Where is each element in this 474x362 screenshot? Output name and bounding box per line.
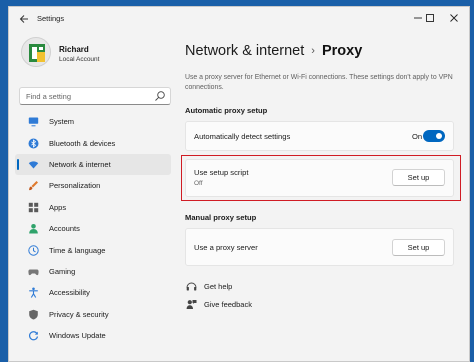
sidebar-nav: System Bluetooth & devices Network & int… (15, 111, 171, 346)
maximize-icon (426, 14, 434, 22)
title-bar: Settings (9, 7, 469, 31)
proxy-server-card: Use a proxy server Set up (185, 228, 454, 266)
settings-window: Settings Richard Local Account Find a se… (8, 6, 470, 362)
user-profile[interactable]: Richard Local Account (21, 37, 171, 81)
account-type: Local Account (59, 56, 100, 63)
search-icon (155, 91, 165, 101)
sidebar-item-label: Network & internet (49, 159, 111, 169)
close-icon (450, 14, 458, 22)
back-button[interactable] (15, 11, 33, 27)
highlight-box (181, 155, 461, 201)
accessibility-icon (27, 287, 39, 299)
page-title: Proxy (321, 43, 363, 59)
section-heading-manual: Manual proxy setup (185, 213, 257, 222)
close-button[interactable] (445, 10, 463, 26)
proxy-server-label: Use a proxy server (194, 243, 258, 252)
sidebar-item-windows-update[interactable]: Windows Update (15, 325, 171, 346)
detect-settings-label: Automatically detect settings (194, 132, 291, 141)
app-title: Settings (37, 14, 65, 23)
give-feedback-link[interactable]: Give feedback (185, 298, 252, 310)
get-help-link[interactable]: Get help (185, 280, 232, 292)
sidebar-item-gaming[interactable]: Gaming (15, 261, 171, 282)
bluetooth-icon (27, 137, 39, 149)
apps-icon (27, 201, 39, 213)
feedback-icon (185, 298, 197, 310)
wifi-icon (27, 158, 39, 170)
sidebar-item-label: Apps (49, 202, 67, 212)
sidebar-item-network[interactable]: Network & internet (15, 153, 171, 176)
gamepad-icon (27, 265, 39, 277)
get-help-label: Get help (204, 281, 233, 291)
sidebar-item-time-language[interactable]: Time & language (15, 239, 171, 260)
section-heading-automatic: Automatic proxy setup (185, 106, 268, 115)
sidebar-item-label: Bluetooth & devices (49, 138, 116, 148)
sidebar-item-accessibility[interactable]: Accessibility (15, 282, 171, 303)
back-arrow-icon (19, 15, 28, 23)
proxy-server-setup-button[interactable]: Set up (392, 239, 445, 256)
search-box[interactable]: Find a setting (19, 87, 171, 105)
sidebar-item-label: Accounts (49, 224, 80, 234)
person-icon (27, 223, 39, 235)
sidebar-item-label: Privacy & security (49, 309, 109, 319)
globe-clock-icon (27, 244, 39, 256)
detect-settings-toggle[interactable] (423, 130, 445, 142)
breadcrumb: Network & internet › Proxy (185, 43, 362, 59)
sidebar-item-accounts[interactable]: Accounts (15, 218, 171, 239)
sidebar-item-personalization[interactable]: Personalization (15, 175, 171, 196)
sidebar-item-label: System (49, 117, 75, 127)
breadcrumb-parent[interactable]: Network & internet (185, 43, 304, 59)
sidebar-item-label: Gaming (49, 266, 76, 276)
sidebar-item-privacy-security[interactable]: Privacy & security (15, 304, 171, 325)
sidebar-item-label: Personalization (49, 181, 101, 191)
sidebar-item-system[interactable]: System (15, 111, 171, 132)
breadcrumb-separator: › (311, 45, 315, 57)
maximize-button[interactable] (421, 10, 439, 26)
monitor-icon (27, 116, 39, 128)
avatar (21, 37, 51, 67)
brush-icon (27, 180, 39, 192)
detect-toggle-state: On (412, 132, 423, 141)
sidebar-item-label: Time & language (49, 245, 106, 255)
shield-icon (27, 308, 39, 320)
detect-settings-card: Automatically detect settings On (185, 121, 454, 151)
help-icon (185, 280, 197, 292)
user-name: Richard (59, 45, 89, 54)
give-feedback-label: Give feedback (204, 299, 252, 309)
sidebar-item-apps[interactable]: Apps (15, 197, 171, 218)
sidebar-item-label: Accessibility (49, 288, 90, 298)
update-icon (27, 330, 39, 342)
avatar-logo-icon (29, 44, 45, 62)
toggle-knob (436, 133, 442, 139)
sidebar-item-bluetooth[interactable]: Bluetooth & devices (15, 132, 171, 153)
sidebar-item-label: Windows Update (49, 331, 106, 341)
page-description: Use a proxy server for Ethernet or Wi-Fi… (185, 74, 453, 91)
search-input[interactable]: Find a setting (26, 92, 71, 101)
